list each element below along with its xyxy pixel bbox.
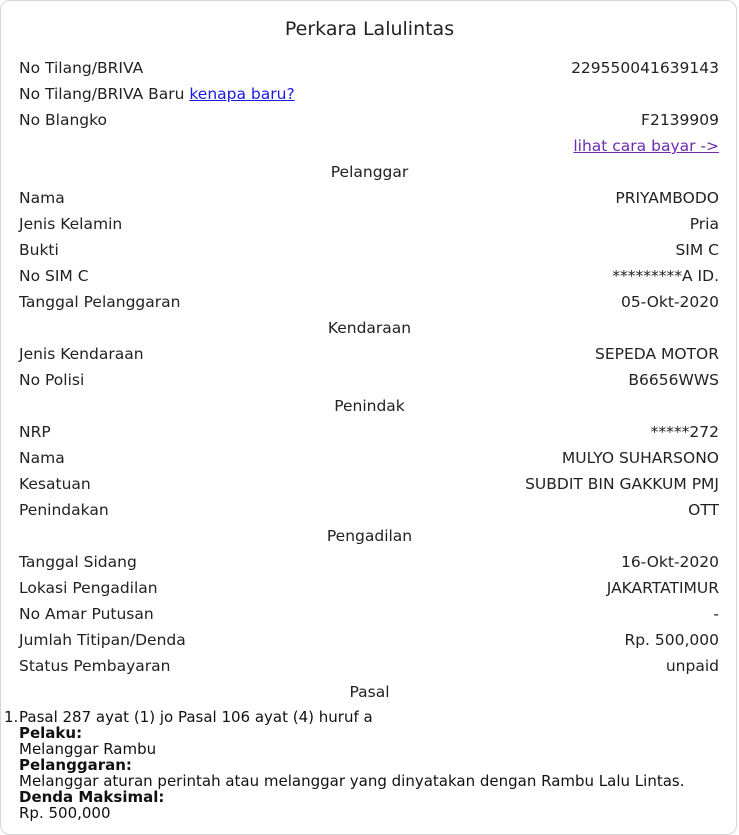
no-sim-value: *********A ID. — [612, 267, 719, 285]
no-tilang-baru-label-wrap: No Tilang/BRIVA Baru kenapa baru? — [19, 82, 295, 106]
no-amar-putusan-value: - — [713, 605, 719, 623]
penindakan-label: Penindakan — [19, 501, 109, 519]
no-tilang-label: No Tilang/BRIVA — [19, 59, 144, 77]
status-pembayaran-label: Status Pembayaran — [19, 657, 171, 675]
bukti-label: Bukti — [19, 241, 59, 259]
no-sim-label: No SIM C — [19, 267, 89, 285]
pelanggar-nama-value: PRIYAMBODO — [615, 189, 719, 207]
pelanggaran-value: Melanggar aturan perintah atau melanggar… — [19, 772, 685, 790]
nrp-value: *****272 — [650, 423, 719, 441]
no-tilang-baru-label: No Tilang/BRIVA Baru — [19, 85, 185, 103]
no-blangko-value: F2139909 — [641, 111, 719, 129]
row-penindak-nama: Nama MULYO SUHARSONO — [19, 446, 719, 470]
row-jenis-kelamin: Jenis Kelamin Pria — [19, 212, 719, 236]
row-pelanggar-nama: Nama PRIYAMBODO — [19, 186, 719, 210]
penindak-nama-label: Nama — [19, 449, 65, 467]
jenis-kendaraan-value: SEPEDA MOTOR — [595, 345, 719, 363]
bukti-value: SIM C — [675, 241, 719, 259]
lokasi-pengadilan-value: JAKARTATIMUR — [606, 579, 719, 597]
pasal-item-body: Pasal 287 ayat (1) jo Pasal 106 ayat (4)… — [19, 709, 729, 821]
row-tanggal-pelanggaran: Tanggal Pelanggaran 05-Okt-2020 — [19, 290, 719, 314]
no-polisi-label: No Polisi — [19, 371, 85, 389]
section-penindak-heading: Penindak — [334, 397, 405, 415]
no-amar-putusan-label: No Amar Putusan — [19, 605, 154, 623]
row-kesatuan: Kesatuan SUBDIT BIN GAKKUM PMJ — [19, 472, 719, 496]
kesatuan-label: Kesatuan — [19, 475, 91, 493]
nrp-label: NRP — [19, 423, 51, 441]
jumlah-denda-value: Rp. 500,000 — [624, 631, 719, 649]
jenis-kendaraan-label: Jenis Kendaraan — [19, 345, 144, 363]
jenis-kelamin-label: Jenis Kelamin — [19, 215, 123, 233]
pasal-item-title: Pasal 287 ayat (1) jo Pasal 106 ayat (4)… — [19, 708, 373, 726]
section-pelanggar-heading: Pelanggar — [330, 163, 409, 181]
penindakan-value: OTT — [688, 501, 719, 519]
row-penindakan: Penindakan OTT — [19, 498, 719, 522]
row-status-pembayaran: Status Pembayaran unpaid — [19, 654, 719, 678]
lihat-cara-bayar-link[interactable]: lihat cara bayar -> — [573, 134, 719, 158]
kesatuan-value: SUBDIT BIN GAKKUM PMJ — [525, 475, 719, 493]
row-jenis-kendaraan: Jenis Kendaraan SEPEDA MOTOR — [19, 342, 719, 366]
no-blangko-label: No Blangko — [19, 111, 108, 129]
row-no-tilang-baru: No Tilang/BRIVA Baru kenapa baru? — [19, 82, 719, 106]
no-tilang-value: 229550041639143 — [571, 59, 719, 77]
kenapa-baru-link[interactable]: kenapa baru? — [189, 85, 294, 103]
section-kendaraan-heading: Kendaraan — [327, 319, 412, 337]
pelaku-label: Pelaku: — [19, 724, 83, 742]
pelaku-value: Melanggar Rambu — [19, 740, 157, 758]
no-polisi-value: B6656WWS — [628, 371, 719, 389]
row-cara-bayar: lihat cara bayar -> — [19, 134, 719, 158]
row-bukti: Bukti SIM C — [19, 238, 719, 262]
page-title: Perkara Lalulintas — [284, 18, 455, 40]
row-no-sim: No SIM C *********A ID. — [19, 264, 719, 288]
pelanggaran-label: Pelanggaran: — [19, 756, 132, 774]
tanggal-pelanggaran-label: Tanggal Pelanggaran — [19, 293, 181, 311]
pelanggar-nama-label: Nama — [19, 189, 65, 207]
row-no-tilang: No Tilang/BRIVA 229550041639143 — [19, 56, 719, 80]
tanggal-sidang-value: 16-Okt-2020 — [620, 553, 719, 571]
tanggal-pelanggaran-value: 05-Okt-2020 — [620, 293, 719, 311]
denda-maksimal-value: Rp. 500,000 — [19, 804, 111, 822]
status-pembayaran-value: unpaid — [665, 657, 719, 675]
row-tanggal-sidang: Tanggal Sidang 16-Okt-2020 — [19, 550, 719, 574]
section-pengadilan-heading: Pengadilan — [326, 527, 413, 545]
tanggal-sidang-label: Tanggal Sidang — [19, 553, 137, 571]
denda-maksimal-label: Denda Maksimal: — [19, 788, 165, 806]
row-lokasi-pengadilan: Lokasi Pengadilan JAKARTATIMUR — [19, 576, 719, 600]
row-no-blangko: No Blangko F2139909 — [19, 108, 719, 132]
row-no-polisi: No Polisi B6656WWS — [19, 368, 719, 392]
jenis-kelamin-value: Pria — [689, 215, 719, 233]
lokasi-pengadilan-label: Lokasi Pengadilan — [19, 579, 158, 597]
row-jumlah-denda: Jumlah Titipan/Denda Rp. 500,000 — [19, 628, 719, 652]
penindak-nama-value: MULYO SUHARSONO — [561, 449, 719, 467]
pasal-item-number: 1. — [4, 708, 19, 726]
row-no-amar-putusan: No Amar Putusan - — [19, 602, 719, 626]
row-nrp: NRP *****272 — [19, 420, 719, 444]
jumlah-denda-label: Jumlah Titipan/Denda — [19, 631, 186, 649]
section-pasal-heading: Pasal — [349, 683, 390, 701]
